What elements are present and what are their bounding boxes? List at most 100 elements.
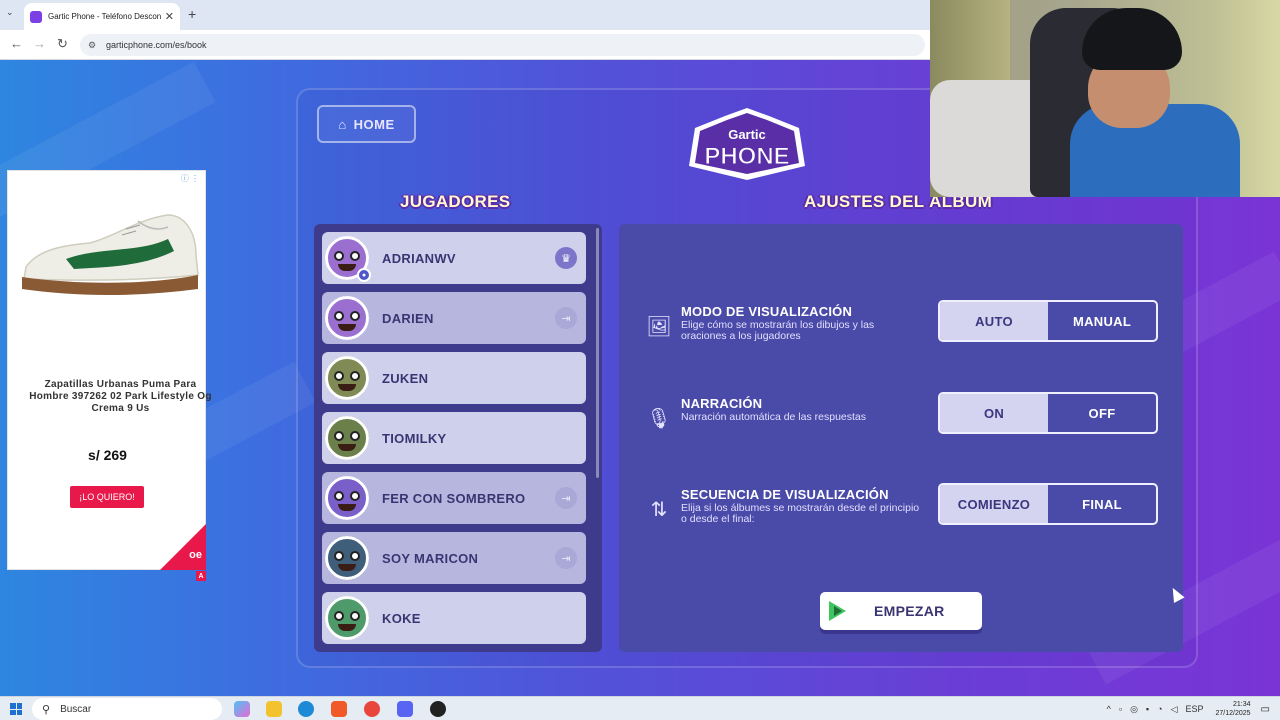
player-row: TIOMILKY	[322, 412, 586, 464]
player-name: FER CON SOMBRERO	[382, 490, 526, 506]
ad-brand-logo: oe	[189, 549, 202, 561]
setting-description: Elige cómo se mostrarán los dibujos y la…	[681, 319, 875, 342]
back-arrow-icon[interactable]: ←	[10, 36, 23, 51]
player-avatar	[325, 416, 369, 460]
tray-app-icon[interactable]: ▫	[1119, 704, 1122, 714]
option-manual[interactable]: MANUAL	[1048, 302, 1156, 340]
clock-date: 27/12/2025	[1215, 710, 1251, 717]
shoe-image[interactable]	[18, 209, 200, 305]
forward-arrow-icon[interactable]: →	[33, 36, 46, 51]
battery-icon[interactable]: ▪	[1146, 704, 1149, 714]
setting-description: Elija si los álbumes se mostrarán desde …	[681, 502, 920, 525]
wifi-icon[interactable]: ◔	[1157, 704, 1162, 714]
player-row: DARIEN ⇥	[322, 292, 586, 344]
setting-description: Narración automática de las respuestas	[681, 411, 867, 423]
notification-icon[interactable]: ▭	[1261, 704, 1270, 715]
file-explorer-icon[interactable]	[266, 701, 282, 717]
option-end[interactable]: FINAL	[1048, 485, 1156, 523]
logo-text-phone: PHONE	[704, 143, 789, 170]
crown-icon: ♛	[555, 247, 577, 269]
home-button[interactable]: ⌂ HOME	[317, 105, 416, 143]
player-row: SOY MARICON ⇥	[322, 532, 586, 584]
player-avatar: ●	[325, 236, 371, 282]
windows-taskbar: ⚲ Buscar ^ ▫ ◎ ▪ ◔ ◁ ESP 21:34 27/12/202…	[0, 696, 1280, 720]
ad-price: s/ 269	[88, 447, 127, 463]
ad-choices-icon[interactable]: ⓘ ⋮	[181, 173, 199, 184]
player-name: TIOMILKY	[382, 430, 447, 446]
search-icon: ⚲	[42, 703, 51, 716]
player-row: KOKE	[322, 592, 586, 644]
setting-title: SECUENCIA DE VISUALIZACIÓN	[681, 487, 889, 502]
player-row: FER CON SOMBRERO ⇥	[322, 472, 586, 524]
chevron-up-icon[interactable]: ^	[1107, 704, 1111, 714]
host-user-icon: ●	[357, 268, 371, 282]
logo-text-gartic: Gartic	[728, 127, 766, 142]
ad-corner-decoration	[160, 524, 206, 570]
play-icon	[829, 601, 846, 621]
discord-icon[interactable]	[397, 701, 413, 717]
brave-icon[interactable]	[331, 701, 347, 717]
setting-narration: 🎙 NARRACIÓN Narración automática de las …	[619, 384, 1183, 444]
webcam-overlay	[930, 0, 1280, 197]
display-mode-toggle: AUTO MANUAL	[938, 300, 1158, 342]
microphone-icon: 🎙	[646, 407, 672, 430]
taskbar-search-placeholder: Buscar	[60, 703, 92, 715]
player-name: DARIEN	[382, 310, 434, 326]
keyboard-language[interactable]: ESP	[1185, 704, 1203, 714]
taskbar-clock[interactable]: 21:34 27/12/2025	[1216, 700, 1251, 718]
ad-buy-button[interactable]: ¡LO QUIERO!	[70, 486, 144, 508]
player-avatar	[325, 476, 369, 520]
kick-icon[interactable]: ⇥	[555, 487, 577, 509]
site-settings-icon[interactable]: ⚙	[88, 40, 98, 50]
home-icon: ⌂	[338, 116, 347, 132]
shoe-ad[interactable]: ⓘ ⋮ Zapatillas Urbanas Puma Para Hombre …	[7, 170, 211, 570]
player-avatar	[325, 356, 369, 400]
option-off[interactable]: OFF	[1048, 394, 1156, 432]
kick-icon[interactable]: ⇥	[555, 547, 577, 569]
players-title: JUGADORES	[400, 192, 511, 211]
setting-sequence: ⇅ SECUENCIA DE VISUALIZACIÓN Elija si lo…	[619, 475, 1183, 535]
ad-badge: A	[196, 571, 206, 581]
sequence-toggle: COMIENZO FINAL	[938, 483, 1158, 525]
option-on[interactable]: ON	[940, 394, 1048, 432]
url-field[interactable]: ⚙ garticphone.com/es/book	[80, 34, 925, 56]
taskbar-search[interactable]: ⚲ Buscar	[32, 698, 222, 720]
reload-icon[interactable]: ↻	[57, 36, 68, 52]
gartic-phone-logo: Gartic PHONE	[689, 108, 805, 180]
option-auto[interactable]: AUTO	[940, 302, 1048, 340]
edge-icon[interactable]	[298, 701, 314, 717]
clock-time: 21:34	[1233, 701, 1251, 708]
tab-list-chevron-icon[interactable]: ⌄	[6, 7, 14, 18]
player-row: ● ADRIANWV ♛	[322, 232, 586, 284]
player-avatar	[325, 596, 369, 640]
option-beginning[interactable]: COMIENZO	[940, 485, 1048, 523]
kick-icon[interactable]: ⇥	[555, 307, 577, 329]
players-scrollbar[interactable]	[596, 228, 599, 478]
network-icon[interactable]: ◎	[1130, 704, 1138, 715]
start-label: EMPEZAR	[874, 603, 945, 619]
obs-icon[interactable]	[430, 701, 446, 717]
ad-product-name[interactable]: Zapatillas Urbanas Puma Para Hombre 3972…	[21, 379, 220, 415]
new-tab-button[interactable]: +	[188, 6, 196, 22]
player-name: ADRIANWV	[382, 250, 456, 266]
gartic-favicon-icon	[30, 10, 42, 23]
chrome-icon[interactable]	[364, 701, 380, 717]
close-tab-icon[interactable]: ✕	[165, 10, 174, 23]
sort-arrows-icon: ⇅	[650, 498, 668, 521]
player-avatar	[325, 296, 369, 340]
system-tray: ^ ▫ ◎ ▪ ◔ ◁ ESP 21:34 27/12/2025 ▭	[1103, 700, 1270, 718]
image-icon: 🖼	[646, 315, 672, 338]
windows-start-icon[interactable]	[10, 703, 22, 715]
album-settings-panel: 🖼 MODO DE VISUALIZACIÓN Elige cómo se mo…	[619, 224, 1183, 652]
players-list: ● ADRIANWV ♛ DARIEN ⇥ ZUKEN TIOMILKY FER…	[314, 224, 602, 652]
player-name: KOKE	[382, 610, 421, 626]
player-avatar	[325, 536, 369, 580]
volume-icon[interactable]: ◁	[1171, 704, 1178, 715]
browser-tab[interactable]: Gartic Phone - Teléfono Descon ✕	[24, 3, 180, 30]
setting-display-mode: 🖼 MODO DE VISUALIZACIÓN Elige cómo se mo…	[619, 292, 1183, 352]
player-name: SOY MARICON	[382, 550, 479, 566]
tab-title: Gartic Phone - Teléfono Descon	[48, 12, 161, 21]
setting-title: NARRACIÓN	[681, 396, 763, 411]
copilot-icon[interactable]	[234, 701, 250, 717]
start-button[interactable]: EMPEZAR	[820, 592, 982, 630]
